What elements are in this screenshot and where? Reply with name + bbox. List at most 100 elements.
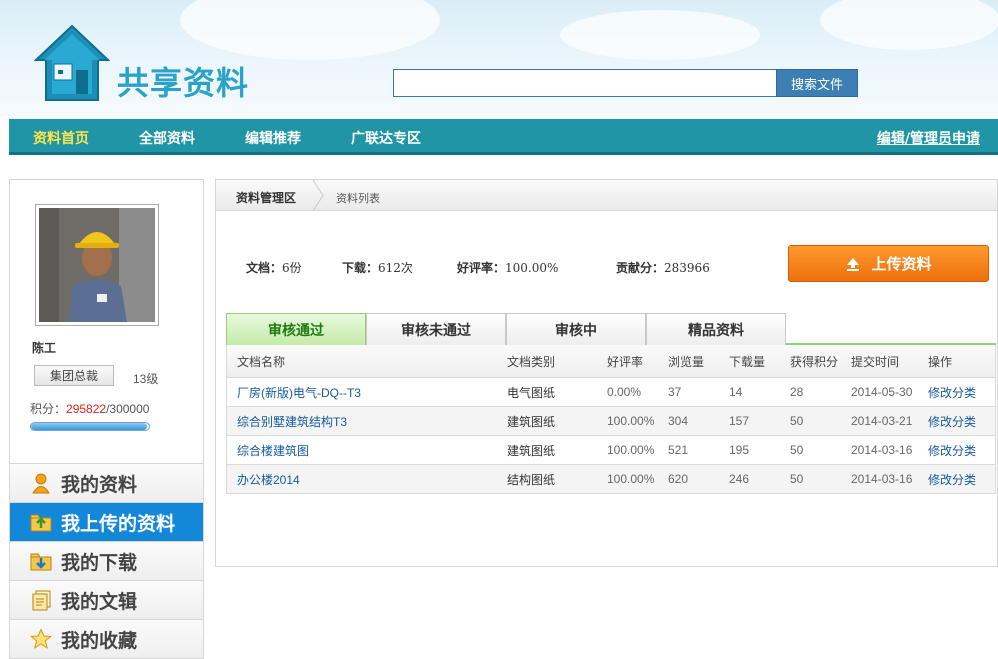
menu-my-collections[interactable]: 我的文辑 [10,580,203,619]
tab-approved[interactable]: 审核通过 [226,313,366,345]
upload-arrow-icon [847,257,860,271]
user-icon [30,472,52,494]
doc-downloads: 14 [729,385,743,399]
doc-downloads: 195 [729,443,750,457]
upload-button[interactable]: 上传资料 [788,245,989,282]
breadcrumb-root[interactable]: 资料管理区 [236,189,296,206]
menu-label: 我的收藏 [61,629,138,652]
cloud-decoration [180,0,440,60]
site-header: 共享资料 搜索文件 [0,0,998,120]
doc-rating: 100.00% [607,472,655,486]
points-progress-bar [30,422,150,431]
menu-label: 我的资料 [61,473,138,496]
doc-views: 521 [668,443,689,457]
stat-label: 好评率： [457,261,506,275]
rank-badge[interactable]: 集团总裁 [34,365,114,386]
doc-name-link[interactable]: 综合楼建筑图 [237,436,309,464]
stat-rating: 好评率：100.00% [457,259,558,276]
nav-item-all[interactable]: 全部资料 [139,128,195,148]
main-nav: 资料首页 全部资料 编辑推荐 广联达专区 编辑/管理员申请 [9,119,998,155]
user-level: 13级 [133,372,159,386]
breadcrumb-separator-icon [312,180,324,211]
doc-views: 304 [668,414,689,428]
nav-item-glodon[interactable]: 广联达专区 [351,128,421,148]
home-logo-icon[interactable] [33,24,111,104]
points-total: /300000 [106,402,150,416]
doc-points: 50 [790,443,804,457]
points-text: 积分：295822/300000 [30,400,149,417]
doc-downloads: 246 [729,472,750,486]
points-progress-fill [31,423,148,430]
download-folder-icon [30,550,52,572]
doc-views: 37 [668,385,682,399]
stat-contribution: 贡献分：283966 [616,259,710,276]
stat-label: 下载： [342,261,379,275]
menu-label: 我上传的资料 [61,512,176,535]
nav-apply-editor-link[interactable]: 编辑/管理员申请 [877,128,980,148]
user-name: 陈工 [32,341,57,355]
column-header: 操作 [928,354,953,369]
doc-points: 28 [790,385,804,399]
doc-rating: 0.00% [607,385,642,399]
menu-my-materials[interactable]: 我的资料 [10,463,203,502]
breadcrumb-current: 资料列表 [336,193,380,205]
stat-value: 283966 [664,261,710,275]
stat-docs: 文档：6份 [246,259,302,276]
doc-category: 结构图纸 [507,472,556,487]
menu-my-favorites[interactable]: 我的收藏 [10,619,203,658]
menu-my-uploads[interactable]: 我上传的资料 [10,502,203,541]
breadcrumb: 资料管理区 资料列表 [216,180,997,211]
doc-points: 50 [790,414,804,428]
column-header[interactable]: 获得积分 [790,345,838,377]
stat-value: 612次 [378,261,413,275]
doc-name-link[interactable]: 厂房(新版)电气-DQ--T3 [237,378,361,406]
edit-category-link[interactable]: 修改分类 [928,436,976,464]
search-input[interactable] [393,69,777,97]
edit-category-link[interactable]: 修改分类 [928,378,976,406]
column-header[interactable]: 文档类别 [507,345,555,377]
tab-rejected[interactable]: 审核未通过 [366,313,506,345]
points-label: 积分： [30,402,67,416]
user-menu: 我的资料 我上传的资料 我的下载 我的文辑 我的收藏 [10,463,203,658]
review-tabs: 审核通过 审核未通过 审核中 精品资料 [226,313,996,345]
doc-name-link[interactable]: 办公楼2014 [237,465,300,493]
edit-category-link[interactable]: 修改分类 [928,465,976,493]
stat-value: 6份 [282,261,302,275]
tab-pending[interactable]: 审核中 [506,313,646,345]
edit-category-link[interactable]: 修改分类 [928,407,976,435]
stat-value: 100.00% [505,261,559,275]
main-panel: 资料管理区 资料列表 文档：6份 下载：612次 好评率：100.00% 贡献分… [215,179,998,567]
avatar [35,204,159,326]
column-header[interactable]: 文档名称 [237,345,285,377]
table-row: 综合别墅建筑结构T3 建筑图纸 100.00% 304 157 50 2014-… [227,407,995,436]
menu-label: 我的下载 [61,551,138,574]
doc-category: 建筑图纸 [507,414,556,429]
doc-date: 2014-03-21 [851,414,913,428]
column-header[interactable]: 好评率 [607,345,643,377]
doc-name-link[interactable]: 综合别墅建筑结构T3 [237,407,347,435]
site-logo-text: 共享资料 [117,64,250,102]
doc-rating: 100.00% [607,443,655,457]
star-icon [30,628,52,650]
menu-my-downloads[interactable]: 我的下载 [10,541,203,580]
cloud-decoration [560,10,760,60]
doc-date: 2014-03-16 [851,443,913,457]
table-row: 厂房(新版)电气-DQ--T3 电气图纸 0.00% 37 14 28 2014… [227,378,995,407]
search-button[interactable]: 搜索文件 [776,69,858,97]
upload-button-label: 上传资料 [871,255,932,273]
cloud-decoration [820,0,998,50]
column-header[interactable]: 提交时间 [851,345,899,377]
column-header[interactable]: 下载量 [729,345,765,377]
documents-table: 文档名称 文档类别 好评率 浏览量 下载量 获得积分 提交时间 操作 厂房(新版… [226,345,996,494]
tab-premium[interactable]: 精品资料 [646,313,786,345]
nav-item-home[interactable]: 资料首页 [33,128,89,148]
doc-date: 2014-05-30 [851,385,913,399]
stat-label: 文档： [246,261,283,275]
document-stack-icon [30,589,52,611]
table-row: 综合楼建筑图 建筑图纸 100.00% 521 195 50 2014-03-1… [227,436,995,465]
stat-label: 贡献分： [616,261,665,275]
menu-label: 我的文辑 [61,590,138,613]
column-header[interactable]: 浏览量 [668,345,704,377]
nav-item-recommended[interactable]: 编辑推荐 [245,128,301,148]
doc-date: 2014-03-16 [851,472,913,486]
